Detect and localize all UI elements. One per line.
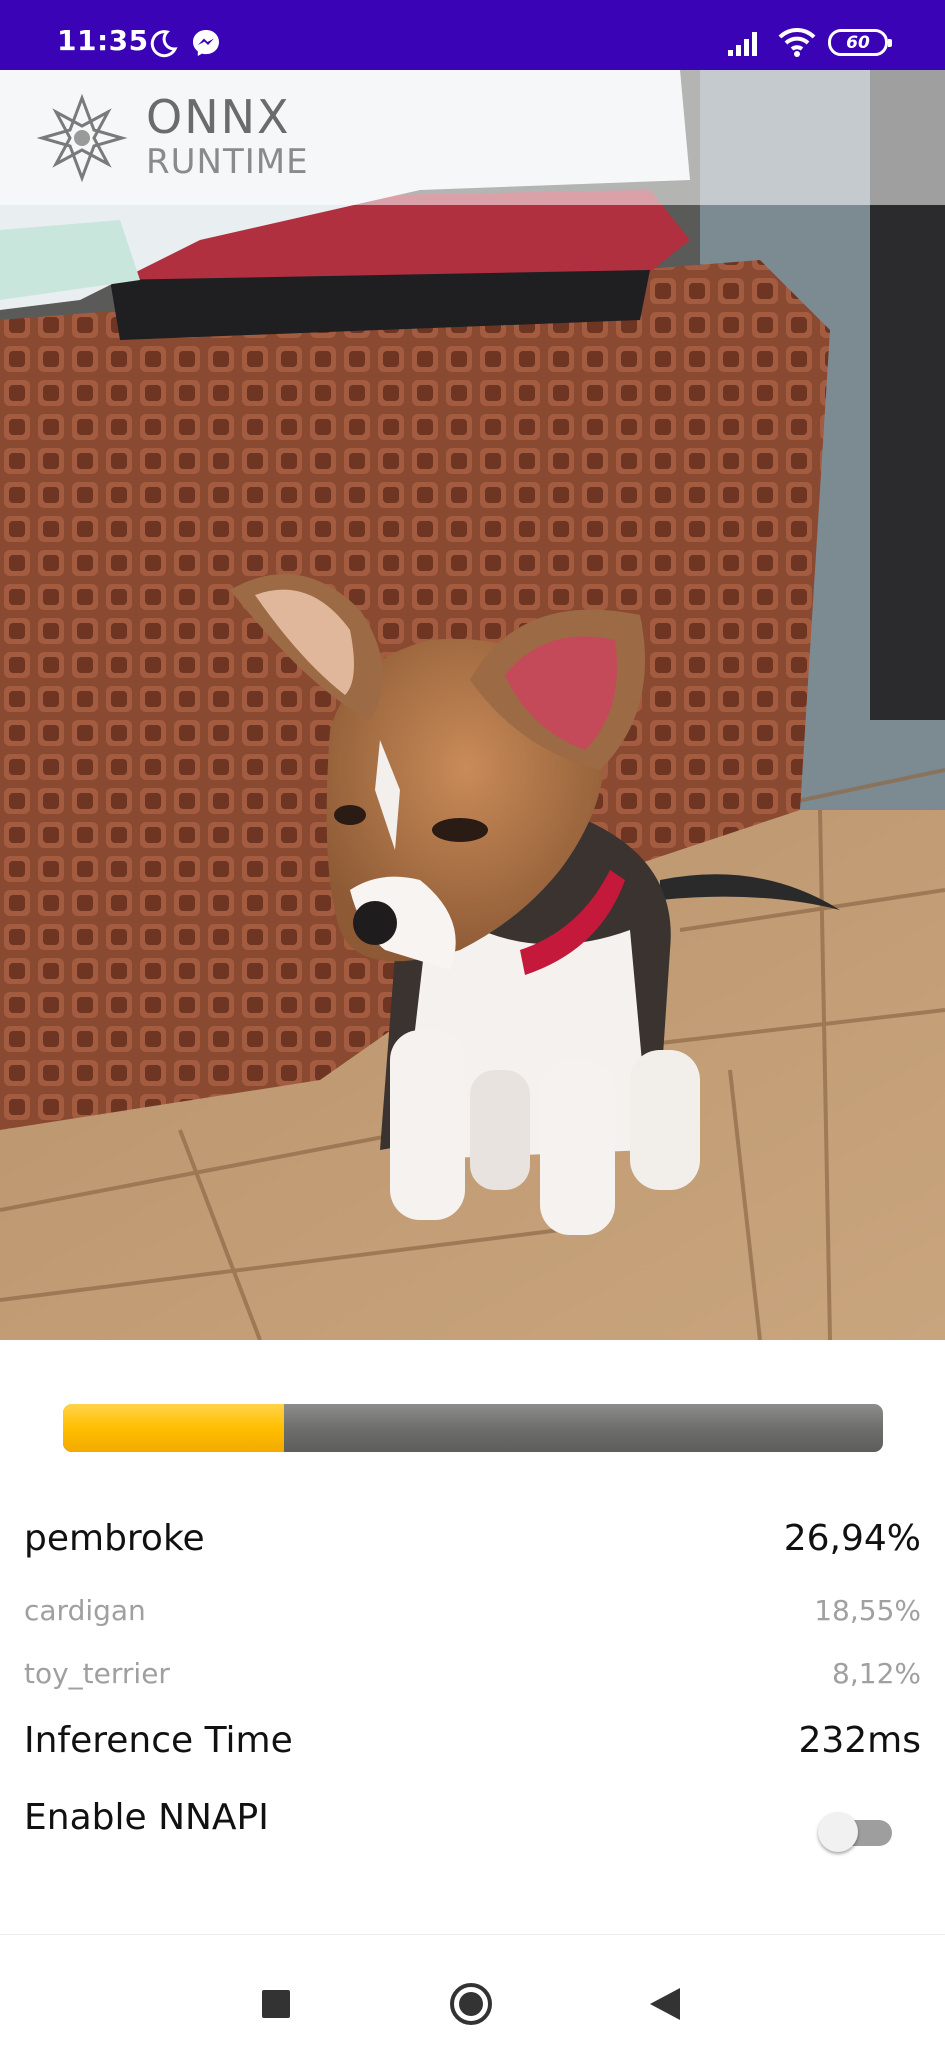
top-result-value: 26,94% xyxy=(783,1518,921,1559)
system-navigation-bar xyxy=(0,1934,945,2049)
second-result-row: cardigan 18,55% xyxy=(24,1594,921,1627)
nnapi-toggle-knob xyxy=(818,1812,858,1852)
status-bar: 11:35 60 xyxy=(0,0,945,70)
inference-time-row: Inference Time 232ms xyxy=(24,1720,921,1761)
status-time: 11:35 xyxy=(57,24,149,57)
third-result-label: toy_terrier xyxy=(24,1657,170,1690)
top-result-row: pembroke 26,94% xyxy=(24,1518,921,1559)
confidence-progress-fill xyxy=(63,1404,284,1452)
nnapi-row: Enable NNAPI xyxy=(24,1797,724,1838)
confidence-progress-bar xyxy=(63,1404,883,1452)
messenger-icon xyxy=(193,30,219,56)
camera-preview-image xyxy=(0,70,945,1340)
battery-icon: 60 xyxy=(828,29,892,56)
onnx-runtime-logo-icon xyxy=(36,93,128,183)
wifi-icon xyxy=(778,27,816,57)
battery-level: 60 xyxy=(846,32,870,53)
signal-icon xyxy=(728,32,757,56)
second-result-value: 18,55% xyxy=(814,1594,921,1627)
inference-time-value: 232ms xyxy=(798,1720,921,1761)
third-result-value: 8,12% xyxy=(832,1657,921,1690)
second-result-label: cardigan xyxy=(24,1594,146,1627)
inference-time-label: Inference Time xyxy=(24,1720,293,1761)
home-circle-icon[interactable] xyxy=(449,1982,493,2026)
nnapi-label: Enable NNAPI xyxy=(24,1797,269,1838)
top-result-label: pembroke xyxy=(24,1518,205,1559)
nnapi-toggle[interactable] xyxy=(818,1812,894,1852)
back-triangle-icon[interactable] xyxy=(648,1986,682,2022)
moon-icon xyxy=(150,30,178,58)
third-result-row: toy_terrier 8,12% xyxy=(24,1657,921,1690)
logo-text-runtime: RUNTIME xyxy=(146,142,309,182)
logo-text-onnx: ONNX xyxy=(146,90,291,144)
recents-square-icon[interactable] xyxy=(262,1990,290,2018)
logo-banner xyxy=(0,70,945,205)
